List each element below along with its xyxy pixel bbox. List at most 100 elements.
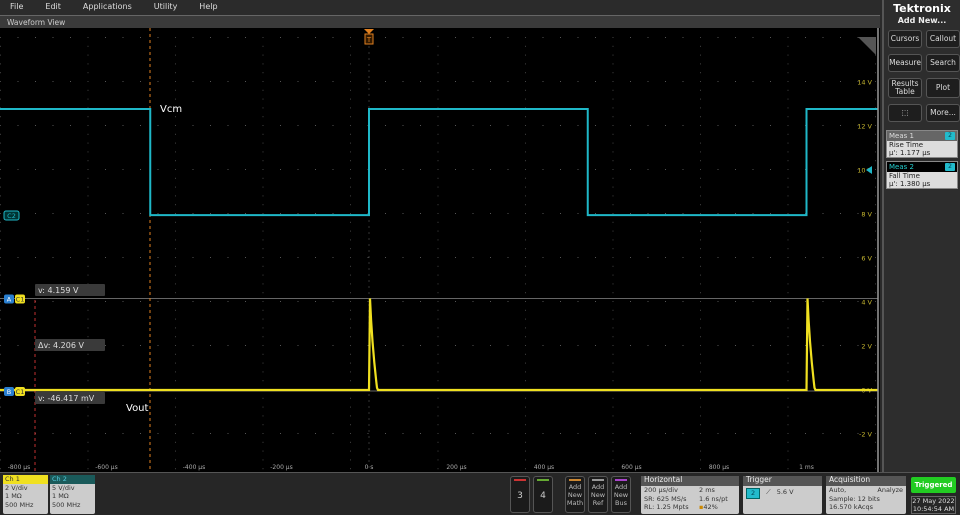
plot-button[interactable]: Plot	[926, 78, 960, 98]
grid-dot	[752, 169, 754, 170]
grid-dot	[0, 72, 1, 74]
grid-dot	[367, 345, 369, 346]
label: Bus	[615, 499, 627, 507]
grid-dot	[87, 204, 89, 206]
grid-dot	[70, 125, 71, 126]
grid-dot	[157, 345, 159, 346]
grid-dot	[297, 433, 299, 434]
grid-dot	[735, 257, 736, 258]
grid-dot	[700, 353, 701, 355]
grid-dot	[717, 213, 719, 214]
grid-dot	[262, 221, 264, 223]
meas-value: µ': 1.177 µs	[889, 149, 931, 157]
grid-dot	[262, 186, 264, 188]
grid-dot	[787, 72, 789, 74]
grid-dot	[122, 257, 124, 258]
grid-dot	[455, 301, 456, 302]
resolution: 1.6 ns/pt	[699, 494, 728, 503]
grid-dot	[612, 133, 614, 135]
grid-dot	[612, 186, 614, 188]
ch2-badge[interactable]: Ch 2 5 V/div 1 MΩ 500 MHz	[50, 475, 95, 514]
grid-dot	[437, 362, 439, 364]
grid-dot	[700, 380, 701, 382]
grid-dot	[245, 37, 246, 38]
menu-applications[interactable]: Applications	[73, 0, 144, 15]
grid-dot	[350, 362, 351, 364]
grid-dot	[612, 230, 614, 232]
grid-dot	[612, 353, 614, 355]
grid-dot	[682, 213, 684, 214]
meas-2-badge[interactable]: Meas 2 2 Fall Time µ': 1.380 µs	[886, 161, 958, 189]
results-table-button[interactable]: Results Table	[888, 78, 922, 98]
grid-dot	[717, 345, 719, 346]
grid-dot	[350, 160, 351, 162]
grid-dot	[105, 301, 106, 302]
menu-utility[interactable]: Utility	[144, 0, 190, 15]
grid-dot	[577, 213, 579, 214]
grid-dot	[0, 160, 1, 162]
acquisition-title: Acquisition	[826, 475, 906, 486]
grid-dot	[857, 257, 859, 258]
grid-dot	[612, 371, 614, 373]
ch1-badge[interactable]: Ch 1 2 V/div 1 MΩ 500 MHz	[3, 475, 48, 514]
grid-dot	[787, 230, 789, 232]
cursors-button[interactable]: Cursors	[888, 30, 922, 48]
grid-dot	[437, 353, 439, 355]
menu-file[interactable]: File	[0, 0, 35, 15]
callout-button[interactable]: Callout	[926, 30, 960, 48]
grid-dot	[612, 424, 614, 426]
grid-dot	[175, 415, 176, 417]
acquisition-badge[interactable]: Acquisition Auto, Analyze Sample: 12 bits…	[826, 475, 906, 514]
add-ref-button[interactable]: Add New Ref	[588, 476, 608, 513]
grid-dot	[787, 239, 789, 241]
ch3-button[interactable]: 3	[510, 476, 530, 513]
meas-channel: 2	[945, 163, 955, 171]
grid-dot	[437, 292, 439, 294]
grid-dot	[402, 125, 404, 126]
grid-dot	[647, 213, 649, 214]
grid-dot	[175, 353, 176, 355]
grid-dot	[700, 72, 701, 74]
grid-dot	[560, 301, 561, 302]
time-tick-label: 600 µs	[621, 464, 641, 471]
grid-dot	[612, 195, 614, 197]
grid-dot	[0, 309, 1, 311]
grid-dot	[87, 336, 89, 338]
grid-dot	[665, 433, 666, 434]
grid-dot	[367, 81, 369, 82]
grid-dot	[105, 257, 106, 258]
waveform-plot[interactable]: 14 V12 V10 V8 V6 V4 V2 V0 V-2 V-800 µs -6…	[0, 28, 880, 472]
search-button[interactable]: Search	[926, 54, 960, 72]
grid-dot	[525, 406, 526, 408]
horizontal-badge[interactable]: Horizontal 200 µs/div 2 ms SR: 625 MS/s 1.…	[641, 475, 739, 514]
grid-dot	[787, 213, 789, 214]
grid-dot	[175, 195, 176, 197]
grid-dot	[402, 213, 404, 214]
more-button[interactable]: More...	[926, 104, 960, 122]
grid-dot	[70, 81, 71, 82]
grid-dot	[805, 81, 806, 82]
measure-button[interactable]: Measure	[888, 54, 922, 72]
zoom-button[interactable]: ⬚	[888, 104, 922, 122]
grid-dot	[525, 169, 526, 170]
grid-dot	[700, 406, 701, 408]
meas-1-badge[interactable]: Meas 1 2 Rise Time µ': 1.177 µs	[886, 130, 958, 158]
grid-dot	[595, 345, 596, 346]
grid-dot	[175, 151, 176, 153]
grid-dot	[525, 327, 526, 329]
add-math-button[interactable]: Add New Math	[565, 476, 585, 513]
grid-dot	[770, 301, 771, 302]
ch4-button[interactable]: 4	[533, 476, 553, 513]
menu-edit[interactable]: Edit	[35, 0, 73, 15]
grid-dot	[437, 441, 439, 443]
grid-dot	[350, 186, 351, 188]
grid-dot	[262, 406, 264, 408]
grid-dot	[437, 125, 439, 126]
trigger-badge[interactable]: Trigger 2 ⟋ 5.6 V	[743, 475, 822, 514]
add-bus-button[interactable]: Add New Bus	[611, 476, 631, 513]
grid-dot	[175, 257, 176, 258]
grid-dot	[875, 318, 876, 320]
run-stop-button[interactable]: Triggered	[911, 477, 956, 493]
grid-dot	[140, 345, 141, 346]
menu-help[interactable]: Help	[189, 0, 229, 15]
